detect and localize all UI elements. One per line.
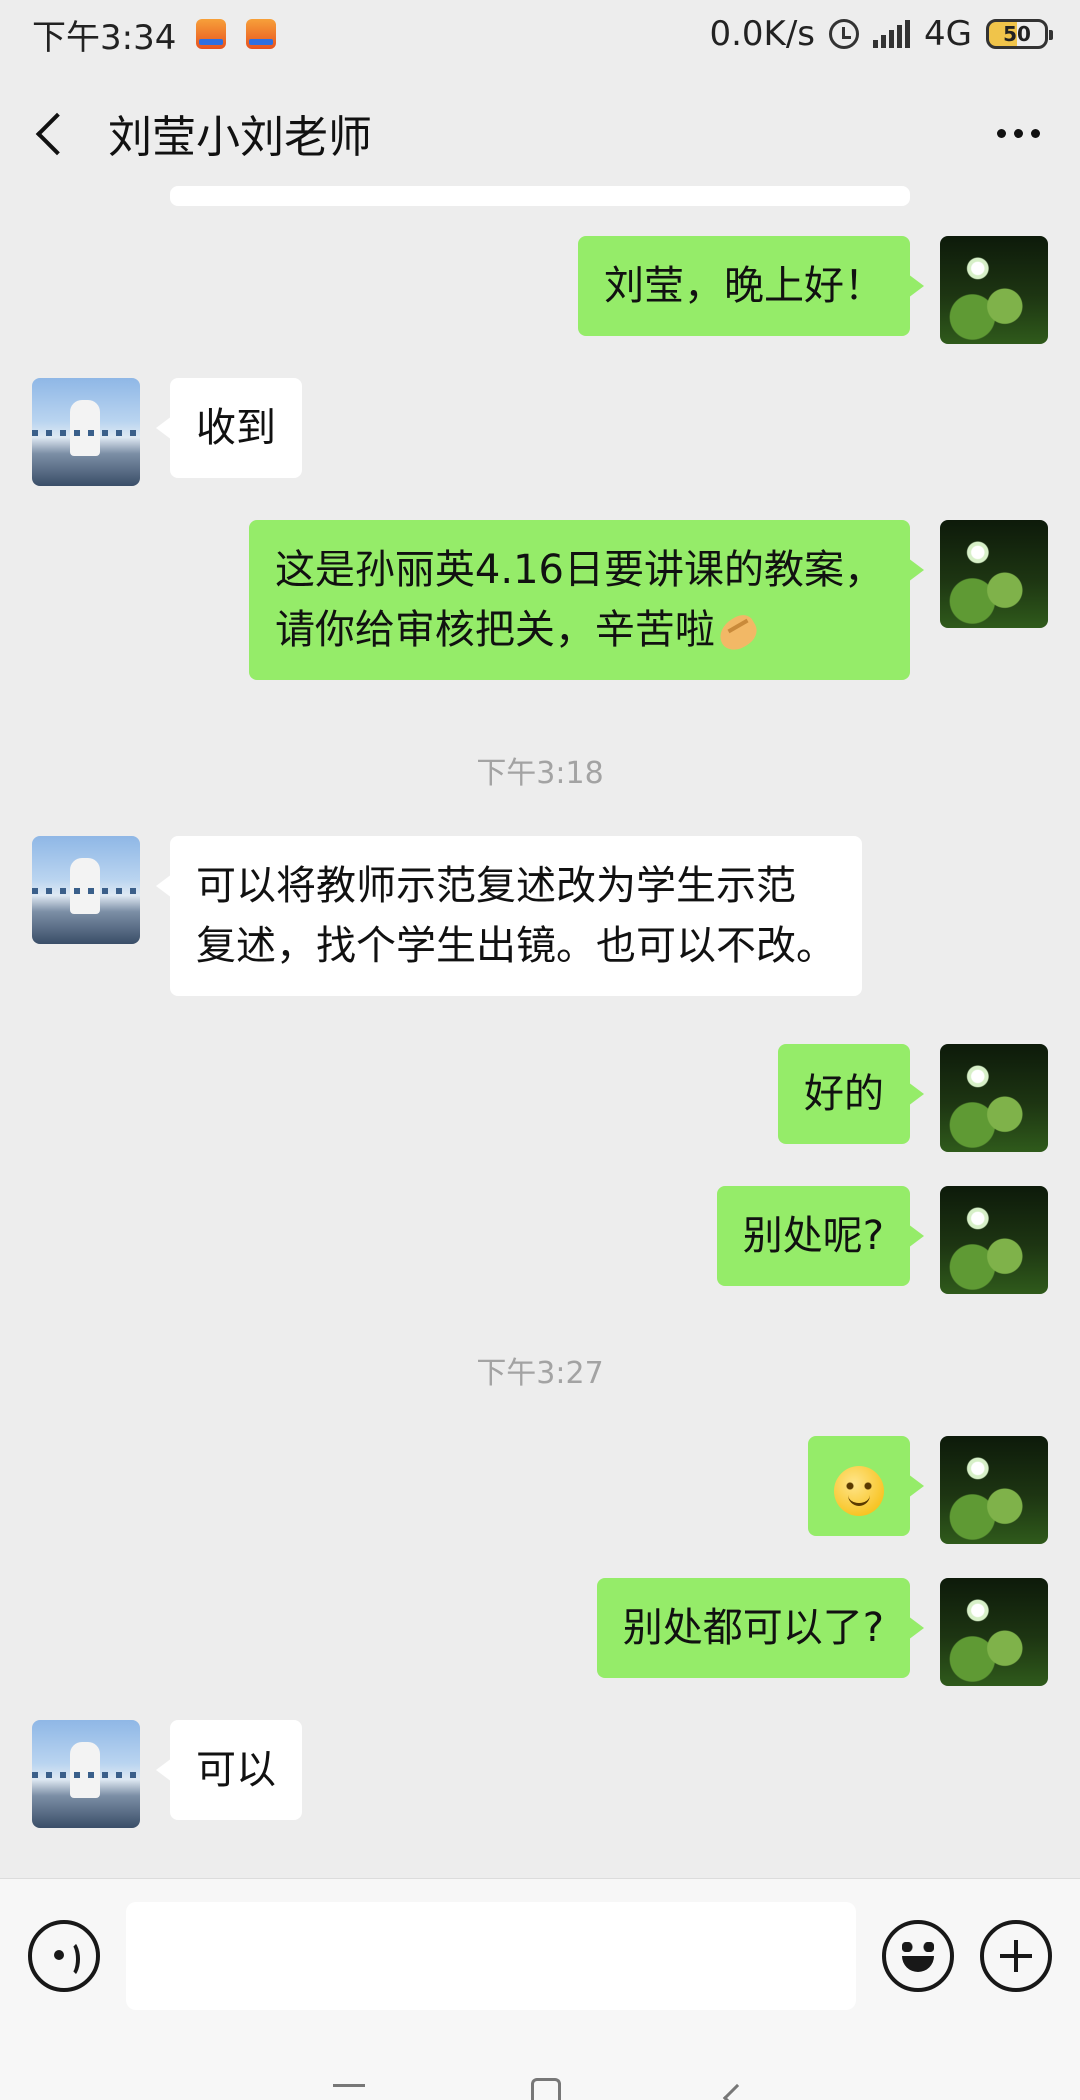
chat-header: 刘莹小刘老师 [0,68,1080,198]
message-text-line: 这是孙丽英4.16日要讲课的教案， [274,547,884,593]
kuaibao-app-icon [246,19,277,49]
my-avatar[interactable] [940,1044,1048,1152]
status-time: 下午3:34 [32,17,177,58]
message-text: 别处呢? [742,1213,884,1259]
more-options-button[interactable] [988,103,1048,163]
my-avatar[interactable] [940,520,1048,628]
my-avatar[interactable] [940,236,1048,344]
my-avatar[interactable] [940,1578,1048,1686]
network-speed: 0.0K/s [709,14,816,54]
message-list[interactable]: 刘莹，晚上好！ 收到 这是孙丽英4.16日要讲课的教案， 请你给审核把关，辛苦啦… [0,186,1080,1878]
message-text-line: 复述，找个学生出镜。也可以不改。 [196,923,836,969]
back-button[interactable] [32,103,72,163]
message-timestamp: 下午3:18 [476,756,604,791]
message-text-line: 请你给审核把关，辛苦啦 [274,607,715,653]
system-nav-bar [0,2032,1080,2100]
message-input[interactable] [126,1901,856,2010]
smile-emoji-icon [834,1465,884,1516]
more-dot [1030,128,1040,138]
contact-avatar[interactable] [32,378,140,486]
more-dot [1013,128,1023,138]
message-text: 收到 [196,405,276,451]
sent-message-bubble[interactable] [808,1436,924,1536]
contact-avatar[interactable] [32,1720,140,1828]
voice-icon[interactable] [28,1919,100,1992]
message-text: 可以 [196,1747,276,1793]
menu-icon[interactable] [333,2084,365,2100]
message-text-line: 可以将教师示范复述改为学生示范 [196,863,796,909]
message-text: 好的 [804,1071,884,1117]
more-dot [996,128,1006,138]
received-message-bubble[interactable]: 可以 [156,1720,302,1820]
system-back-icon[interactable] [722,2083,752,2100]
received-message-bubble[interactable]: 可以将教师示范复述改为学生示范 复述，找个学生出镜。也可以不改。 [156,836,862,996]
signal-icon [873,20,911,48]
status-bar: 下午3:34 0.0K/s 4G 50 [0,0,1080,68]
chat-title: 刘莹小刘老师 [108,112,372,163]
my-avatar[interactable] [940,1186,1048,1294]
my-avatar[interactable] [940,1436,1048,1544]
input-bar [0,1878,1080,2032]
received-message-bubble[interactable]: 收到 [156,378,302,478]
message-text: 刘莹，晚上好！ [604,263,884,309]
battery-icon: 50 [986,19,1053,49]
kuaibao-app-icon [196,19,227,49]
sent-message-bubble[interactable]: 好的 [778,1044,924,1144]
contact-avatar[interactable] [32,836,140,944]
sent-message-bubble[interactable]: 刘莹，晚上好！ [578,236,924,336]
plus-icon[interactable] [980,1919,1052,1992]
partial-message-bubble [170,186,910,206]
alarm-icon [829,19,860,49]
network-type: 4G [924,14,972,54]
battery-level: 50 [1003,22,1031,46]
message-text-line-wrap: 请你给审核把关，辛苦啦 [275,600,884,660]
sent-message-bubble[interactable]: 别处呢? [716,1186,925,1286]
sent-message-bubble[interactable]: 这是孙丽英4.16日要讲课的教案， 请你给审核把关，辛苦啦 [248,520,925,680]
emoji-icon[interactable] [882,1919,954,1992]
message-timestamp: 下午3:27 [476,1356,604,1391]
home-icon[interactable] [531,2078,561,2100]
sent-message-bubble[interactable]: 别处都可以了? [596,1578,925,1678]
folded-hands-emoji-icon [715,612,761,652]
message-text: 别处都可以了? [622,1605,884,1651]
